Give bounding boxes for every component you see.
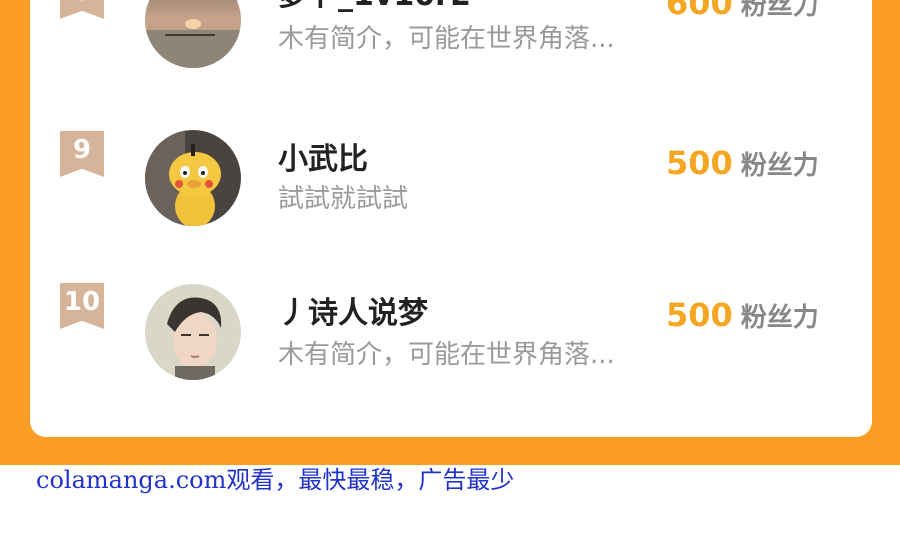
user-bio: 木有简介，可能在世界角落... <box>278 340 615 370</box>
fan-power-value: 500 <box>666 296 733 334</box>
fan-power-value: 600 <box>666 0 733 22</box>
fan-power-value: 500 <box>666 144 733 182</box>
user-name[interactable]: 萝卜_1v10rL <box>278 0 469 14</box>
fan-power-unit: 粉丝力 <box>740 0 819 21</box>
user-avatar[interactable] <box>145 284 241 380</box>
leaderboard-row[interactable]: 10 丿诗人说梦 木有简介，可能在世界角落... 500 粉丝力 <box>30 264 872 384</box>
user-avatar[interactable] <box>145 130 241 226</box>
rank-badge: 8 <box>60 0 104 19</box>
rank-badge: 10 <box>60 283 104 329</box>
leaderboard-card: 8 萝卜_1v10rL 木有简介，可能在世界角落... 600 粉丝力 <box>30 0 872 437</box>
fan-power: 600 粉丝力 <box>666 0 819 22</box>
leaderboard-row[interactable]: 8 萝卜_1v10rL 木有简介，可能在世界角落... 600 粉丝力 <box>30 0 872 76</box>
sunset-lake-avatar-image <box>145 0 241 68</box>
fan-power: 500 粉丝力 <box>666 144 819 182</box>
user-bio: 試試就試試 <box>278 184 409 214</box>
fan-power: 500 粉丝力 <box>666 296 819 334</box>
user-avatar[interactable] <box>145 0 241 68</box>
user-name[interactable]: 丿诗人说梦 <box>278 288 428 332</box>
anime-man-avatar-image <box>145 284 241 380</box>
site-footer-link[interactable]: colamanga.com观看，最快最稳，广告最少 <box>36 460 514 495</box>
user-bio: 木有简介，可能在世界角落... <box>278 24 615 54</box>
yellow-duck-figure-avatar-image <box>145 130 241 226</box>
user-name[interactable]: 小武比 <box>278 134 368 178</box>
fan-power-unit: 粉丝力 <box>740 151 819 181</box>
fan-power-unit: 粉丝力 <box>740 303 819 333</box>
rank-badge: 9 <box>60 131 104 177</box>
leaderboard-row[interactable]: 9 小武比 試試就試試 500 粉丝力 <box>30 110 872 230</box>
